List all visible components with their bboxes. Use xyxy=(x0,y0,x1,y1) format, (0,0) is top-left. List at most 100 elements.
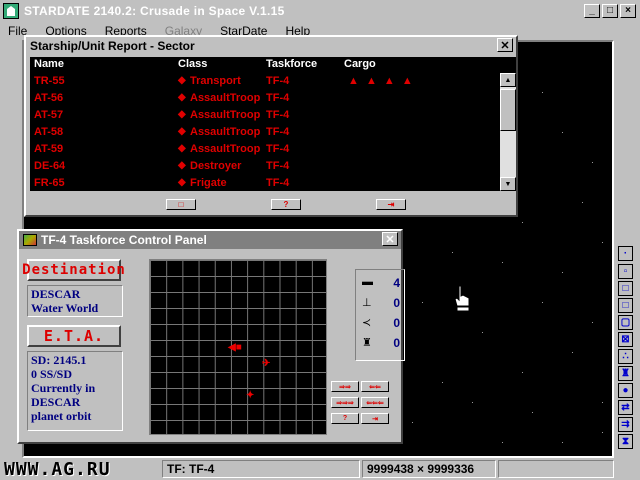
star-dot xyxy=(442,382,443,383)
cell-taskforce: TF-4 xyxy=(266,177,290,189)
star-dot xyxy=(522,372,523,373)
move-all-forward-button[interactable]: ⇒⇒⇒ xyxy=(331,397,359,408)
star-dot xyxy=(542,302,543,303)
star-dot xyxy=(452,252,453,253)
table-row[interactable]: AT-56 AssaultTroop TF-4 ◆ xyxy=(30,90,500,107)
report-exit-button[interactable]: ⇥ xyxy=(376,199,406,210)
table-row[interactable]: TR-55 Transport TF-4 ▲ ▲ ▲ ▲ ◆ xyxy=(30,73,500,90)
ship-class-icon: ◆ xyxy=(178,143,186,154)
tank-icon: ♜ xyxy=(362,337,372,349)
col-name[interactable]: Name xyxy=(34,58,64,70)
cell-name: TR-55 xyxy=(34,75,65,87)
ship-marker-icon[interactable]: ◀■ xyxy=(228,342,242,353)
eta-button[interactable]: E.T.A. xyxy=(27,325,121,347)
ship-marker-icon[interactable]: ✦ xyxy=(246,390,254,401)
eta-line-3: Currently in xyxy=(31,381,96,395)
cell-class: Frigate xyxy=(190,177,227,189)
table-row[interactable]: AT-58 AssaultTroop TF-4 ◆ xyxy=(30,124,500,141)
status-empty xyxy=(498,460,614,478)
ship-class-icon: ◆ xyxy=(178,92,186,103)
table-row[interactable]: AT-57 AssaultTroop TF-4 ◆ xyxy=(30,107,500,124)
tool-medium-square-icon[interactable]: □ xyxy=(618,298,633,313)
eta-line-4: DESCAR xyxy=(31,395,81,409)
tool-expand-icon[interactable]: ⊠ xyxy=(618,332,633,347)
tool-fleet-icon[interactable]: ⇉ xyxy=(618,417,633,432)
fighter-icon: ≺ xyxy=(362,317,372,329)
minimize-button[interactable]: _ xyxy=(584,4,600,18)
cell-name: DE-64 xyxy=(34,160,66,172)
report-header: Name Class Taskforce Cargo xyxy=(30,57,516,73)
star-dot xyxy=(412,422,413,423)
destination-button[interactable]: Destination xyxy=(22,259,125,281)
cell-taskforce: TF-4 xyxy=(266,160,290,172)
cell-class: AssaultTroop xyxy=(190,143,261,155)
count-tank: ♜ 0 xyxy=(362,336,400,350)
taskforce-close-button[interactable]: ✕ xyxy=(382,232,398,246)
tool-dot-icon[interactable]: · xyxy=(618,246,633,261)
taskforce-titlebar[interactable]: TF-4 Taskforce Control Panel ✕ xyxy=(19,231,401,249)
report-titlebar[interactable]: Starship/Unit Report - Sector ✕ xyxy=(26,37,516,55)
report-list[interactable]: TR-55 Transport TF-4 ▲ ▲ ▲ ▲ ◆ AT-56 AssaultTr… xyxy=(30,73,500,191)
star-dot xyxy=(562,442,563,443)
tool-hourglass-icon[interactable]: ⧗ xyxy=(618,434,633,449)
taskforce-icon xyxy=(23,234,37,246)
scroll-up-icon[interactable]: ▲ xyxy=(500,73,516,87)
table-row[interactable]: FR-65 Frigate TF-4 ◆ xyxy=(30,175,500,191)
scroll-down-icon[interactable]: ▼ xyxy=(500,177,516,191)
cell-class: AssaultTroop xyxy=(190,109,261,121)
tool-tank-icon[interactable]: ♜ xyxy=(618,366,633,381)
table-row[interactable]: DE-64 Destroyer TF-4 ◆ xyxy=(30,158,500,175)
status-taskforce: TF: TF-4 xyxy=(162,460,360,478)
status-coords: 9999438 × 9999336 xyxy=(362,460,496,478)
ship-class-icon: ◆ xyxy=(178,177,186,188)
count-fighter: ≺ 0 xyxy=(362,316,400,330)
cell-cargo: ▲ ▲ ▲ ▲ xyxy=(348,75,415,87)
unit-counts: ▬ 4 ⊥ 0 ≺ 0 ♜ 0 xyxy=(355,269,405,361)
tool-large-square-icon[interactable]: ▢ xyxy=(618,315,633,330)
move-all-back-button[interactable]: ⇐⇐⇐ xyxy=(361,397,389,408)
maximize-button[interactable]: □ xyxy=(602,4,618,18)
tool-scatter-icon[interactable]: ∴ xyxy=(618,349,633,364)
status-bar: WWW.AG.RU TF: TF-4 9999438 × 9999336 xyxy=(0,458,640,480)
table-row[interactable]: AT-59 AssaultTroop TF-4 ◆ xyxy=(30,141,500,158)
star-dot xyxy=(532,412,533,413)
ship-class-icon: ◆ xyxy=(178,160,186,171)
app-titlebar[interactable]: STARDATE 2140.2: Crusade in Space V.1.15… xyxy=(0,0,640,22)
destination-info: DESCAR Water World xyxy=(27,285,123,317)
tool-swap-icon[interactable]: ⇄ xyxy=(618,400,633,415)
transport-icon: ▬ xyxy=(362,276,373,288)
count-troop: ⊥ 0 xyxy=(362,296,400,310)
panel-help-button[interactable]: ? xyxy=(331,413,359,424)
star-dot xyxy=(482,332,483,333)
ship-marker-icon[interactable]: ✈ xyxy=(262,358,270,369)
tool-square-icon[interactable]: □ xyxy=(618,281,633,296)
report-scrollbar[interactable]: ▲ ▼ xyxy=(500,73,516,191)
tool-planet-icon[interactable]: ● xyxy=(618,383,633,398)
report-view-button[interactable]: □ xyxy=(166,199,196,210)
star-dot xyxy=(592,162,593,163)
col-taskforce[interactable]: Taskforce xyxy=(266,58,317,70)
star-dot xyxy=(582,202,583,203)
col-cargo[interactable]: Cargo xyxy=(344,58,376,70)
col-class[interactable]: Class xyxy=(178,58,207,70)
tool-small-square-icon[interactable]: ▫ xyxy=(618,264,633,279)
report-close-button[interactable]: ✕ xyxy=(497,38,513,52)
panel-exit-button[interactable]: ⇥ xyxy=(361,413,389,424)
move-forward-button[interactable]: ⇒⇒ xyxy=(331,381,359,392)
eta-line-1: SD: 2145.1 xyxy=(31,353,87,367)
eta-line-2: 0 SS/SD xyxy=(31,367,73,381)
move-back-button[interactable]: ⇐⇐ xyxy=(361,381,389,392)
ship-class-icon: ◆ xyxy=(178,126,186,137)
app-title: STARDATE 2140.2: Crusade in Space V.1.15 xyxy=(24,4,285,18)
scroll-thumb[interactable] xyxy=(500,89,516,131)
destination-line-2: Water World xyxy=(31,301,99,315)
cell-class: AssaultTroop xyxy=(190,126,261,138)
star-dot xyxy=(422,302,423,303)
app-icon[interactable] xyxy=(3,3,19,19)
report-help-button[interactable]: ? xyxy=(271,199,301,210)
star-dot xyxy=(522,222,523,223)
watermark: WWW.AG.RU xyxy=(4,459,111,480)
star-dot xyxy=(572,352,573,353)
close-button[interactable]: × xyxy=(620,4,636,18)
sector-grid[interactable]: ◀■ ✈ ✦ xyxy=(149,259,327,435)
